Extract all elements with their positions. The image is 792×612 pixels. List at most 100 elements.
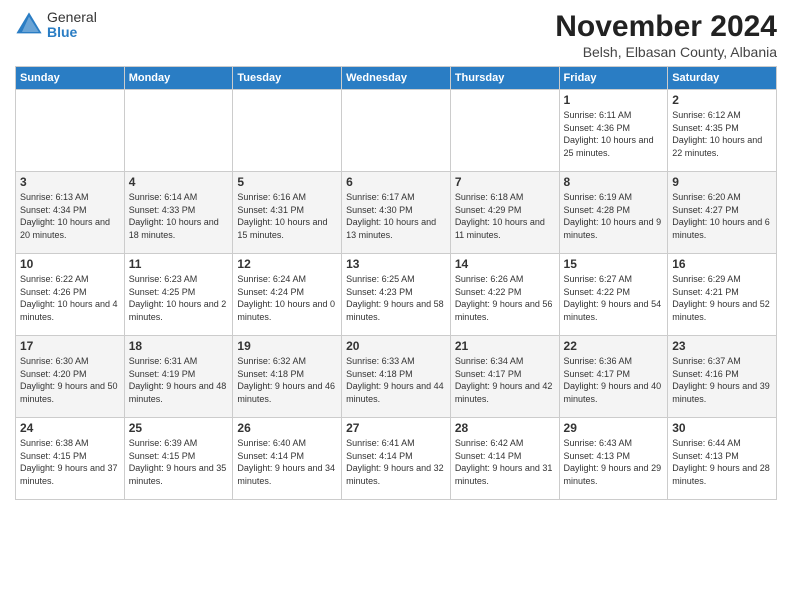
day-info: Sunrise: 6:43 AM Sunset: 4:13 PM Dayligh… <box>564 437 664 487</box>
calendar-cell: 8Sunrise: 6:19 AM Sunset: 4:28 PM Daylig… <box>559 172 668 254</box>
day-info: Sunrise: 6:40 AM Sunset: 4:14 PM Dayligh… <box>237 437 337 487</box>
day-info: Sunrise: 6:23 AM Sunset: 4:25 PM Dayligh… <box>129 273 229 323</box>
title-area: November 2024 Belsh, Elbasan County, Alb… <box>555 10 777 60</box>
header-day: Tuesday <box>233 67 342 90</box>
header-day: Sunday <box>16 67 125 90</box>
calendar-cell: 1 Sunrise: 6:11 AM Sunset: 4:36 PM Daylig… <box>559 90 668 172</box>
day-info: Sunrise: 6:17 AM Sunset: 4:30 PM Dayligh… <box>346 191 446 241</box>
header: General Blue November 2024 Belsh, Elbasa… <box>15 10 777 60</box>
day-info: Sunrise: 6:22 AM Sunset: 4:26 PM Dayligh… <box>20 273 120 323</box>
logo-general-text: General <box>47 10 97 25</box>
calendar-cell: 14Sunrise: 6:26 AM Sunset: 4:22 PM Dayli… <box>450 254 559 336</box>
calendar-cell: 26 Sunrise: 6:40 AM Sunset: 4:14 PM Dayli… <box>233 418 342 500</box>
calendar-week-row: 10 Sunrise: 6:22 AM Sunset: 4:26 PM Dayli… <box>16 254 777 336</box>
day-info: Sunrise: 6:36 AM Sunset: 4:17 PM Dayligh… <box>564 355 664 405</box>
day-number: 28 <box>455 421 555 435</box>
day-info: Sunrise: 6:14 AM Sunset: 4:33 PM Dayligh… <box>129 191 229 241</box>
day-number: 23 <box>672 339 772 353</box>
calendar-cell: 30 Sunrise: 6:44 AM Sunset: 4:13 PM Dayli… <box>668 418 777 500</box>
day-info: Sunrise: 6:24 AM Sunset: 4:24 PM Dayligh… <box>237 273 337 323</box>
day-number: 11 <box>129 257 229 271</box>
day-info: Sunrise: 6:37 AM Sunset: 4:16 PM Dayligh… <box>672 355 772 405</box>
calendar-cell: 13 Sunrise: 6:25 AM Sunset: 4:23 PM Dayli… <box>342 254 451 336</box>
day-number: 16 <box>672 257 772 271</box>
calendar-cell: 20Sunrise: 6:33 AM Sunset: 4:18 PM Dayli… <box>342 336 451 418</box>
day-info: Sunrise: 6:41 AM Sunset: 4:14 PM Dayligh… <box>346 437 446 487</box>
header-day: Monday <box>124 67 233 90</box>
day-info: Sunrise: 6:33 AM Sunset: 4:18 PM Dayligh… <box>346 355 446 405</box>
calendar-cell: 11 Sunrise: 6:23 AM Sunset: 4:25 PM Dayli… <box>124 254 233 336</box>
day-number: 10 <box>20 257 120 271</box>
calendar-cell: 10 Sunrise: 6:22 AM Sunset: 4:26 PM Dayli… <box>16 254 125 336</box>
calendar-cell <box>124 90 233 172</box>
day-info: Sunrise: 6:34 AM Sunset: 4:17 PM Dayligh… <box>455 355 555 405</box>
calendar-week-row: 24 Sunrise: 6:38 AM Sunset: 4:15 PM Dayli… <box>16 418 777 500</box>
day-number: 26 <box>237 421 337 435</box>
day-number: 18 <box>129 339 229 353</box>
day-number: 1 <box>564 93 664 107</box>
header-day: Saturday <box>668 67 777 90</box>
day-number: 15 <box>564 257 664 271</box>
day-info: Sunrise: 6:30 AM Sunset: 4:20 PM Dayligh… <box>20 355 120 405</box>
page: General Blue November 2024 Belsh, Elbasa… <box>0 0 792 612</box>
calendar-cell: 2 Sunrise: 6:12 AM Sunset: 4:35 PM Daylig… <box>668 90 777 172</box>
calendar-cell: 29 Sunrise: 6:43 AM Sunset: 4:13 PM Dayli… <box>559 418 668 500</box>
calendar-cell <box>342 90 451 172</box>
calendar-cell <box>233 90 342 172</box>
calendar-cell: 15Sunrise: 6:27 AM Sunset: 4:22 PM Dayli… <box>559 254 668 336</box>
day-info: Sunrise: 6:13 AM Sunset: 4:34 PM Dayligh… <box>20 191 120 241</box>
calendar-cell: 5 Sunrise: 6:16 AM Sunset: 4:31 PM Daylig… <box>233 172 342 254</box>
day-info: Sunrise: 6:11 AM Sunset: 4:36 PM Dayligh… <box>564 109 664 159</box>
day-info: Sunrise: 6:25 AM Sunset: 4:23 PM Dayligh… <box>346 273 446 323</box>
day-number: 3 <box>20 175 120 189</box>
logo-icon <box>15 11 43 39</box>
location-title: Belsh, Elbasan County, Albania <box>555 44 777 60</box>
calendar-cell <box>450 90 559 172</box>
day-number: 30 <box>672 421 772 435</box>
day-info: Sunrise: 6:16 AM Sunset: 4:31 PM Dayligh… <box>237 191 337 241</box>
day-number: 19 <box>237 339 337 353</box>
calendar-week-row: 17 Sunrise: 6:30 AM Sunset: 4:20 PM Dayli… <box>16 336 777 418</box>
day-number: 25 <box>129 421 229 435</box>
calendar-week-row: 3 Sunrise: 6:13 AM Sunset: 4:34 PM Daylig… <box>16 172 777 254</box>
header-day: Wednesday <box>342 67 451 90</box>
calendar-cell: 23 Sunrise: 6:37 AM Sunset: 4:16 PM Dayli… <box>668 336 777 418</box>
day-info: Sunrise: 6:12 AM Sunset: 4:35 PM Dayligh… <box>672 109 772 159</box>
calendar-cell: 17 Sunrise: 6:30 AM Sunset: 4:20 PM Dayli… <box>16 336 125 418</box>
calendar-cell: 28Sunrise: 6:42 AM Sunset: 4:14 PM Dayli… <box>450 418 559 500</box>
day-number: 29 <box>564 421 664 435</box>
calendar-cell: 4 Sunrise: 6:14 AM Sunset: 4:33 PM Daylig… <box>124 172 233 254</box>
day-number: 6 <box>346 175 446 189</box>
day-number: 13 <box>346 257 446 271</box>
day-number: 9 <box>672 175 772 189</box>
header-row: SundayMondayTuesdayWednesdayThursdayFrid… <box>16 67 777 90</box>
day-info: Sunrise: 6:18 AM Sunset: 4:29 PM Dayligh… <box>455 191 555 241</box>
calendar-cell: 3 Sunrise: 6:13 AM Sunset: 4:34 PM Daylig… <box>16 172 125 254</box>
day-number: 27 <box>346 421 446 435</box>
calendar-cell: 18 Sunrise: 6:31 AM Sunset: 4:19 PM Dayli… <box>124 336 233 418</box>
day-number: 17 <box>20 339 120 353</box>
calendar-cell: 21 Sunrise: 6:34 AM Sunset: 4:17 PM Dayli… <box>450 336 559 418</box>
day-number: 14 <box>455 257 555 271</box>
day-info: Sunrise: 6:44 AM Sunset: 4:13 PM Dayligh… <box>672 437 772 487</box>
month-title: November 2024 <box>555 10 777 44</box>
day-number: 21 <box>455 339 555 353</box>
calendar-cell: 19Sunrise: 6:32 AM Sunset: 4:18 PM Dayli… <box>233 336 342 418</box>
calendar-cell: 16 Sunrise: 6:29 AM Sunset: 4:21 PM Dayli… <box>668 254 777 336</box>
day-info: Sunrise: 6:31 AM Sunset: 4:19 PM Dayligh… <box>129 355 229 405</box>
logo-text: General Blue <box>47 10 97 41</box>
day-info: Sunrise: 6:29 AM Sunset: 4:21 PM Dayligh… <box>672 273 772 323</box>
day-info: Sunrise: 6:20 AM Sunset: 4:27 PM Dayligh… <box>672 191 772 241</box>
calendar-cell: 7Sunrise: 6:18 AM Sunset: 4:29 PM Daylig… <box>450 172 559 254</box>
calendar-cell: 12 Sunrise: 6:24 AM Sunset: 4:24 PM Dayli… <box>233 254 342 336</box>
day-number: 2 <box>672 93 772 107</box>
day-info: Sunrise: 6:38 AM Sunset: 4:15 PM Dayligh… <box>20 437 120 487</box>
day-number: 4 <box>129 175 229 189</box>
day-info: Sunrise: 6:19 AM Sunset: 4:28 PM Dayligh… <box>564 191 664 241</box>
day-number: 24 <box>20 421 120 435</box>
day-number: 5 <box>237 175 337 189</box>
day-number: 12 <box>237 257 337 271</box>
calendar-cell: 22Sunrise: 6:36 AM Sunset: 4:17 PM Dayli… <box>559 336 668 418</box>
logo: General Blue <box>15 10 97 41</box>
calendar-cell: 9 Sunrise: 6:20 AM Sunset: 4:27 PM Daylig… <box>668 172 777 254</box>
